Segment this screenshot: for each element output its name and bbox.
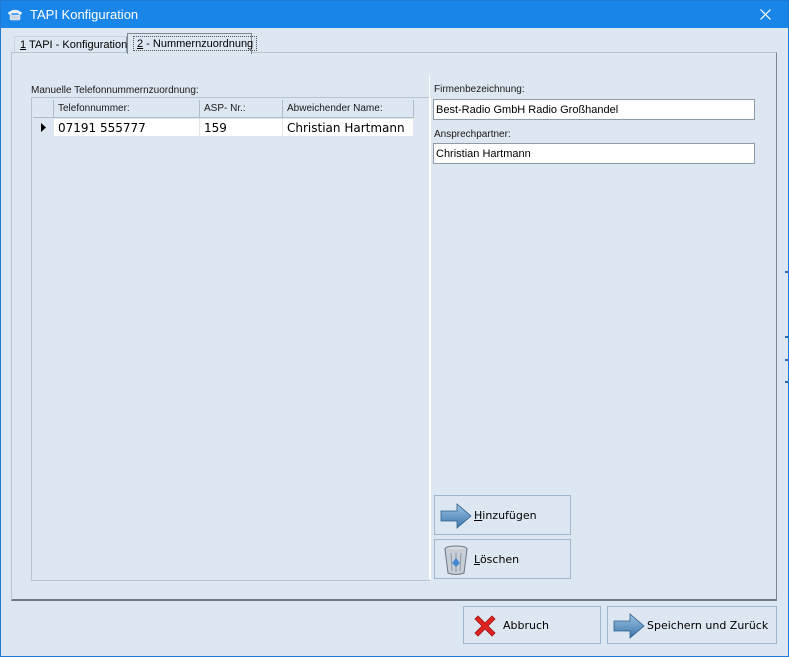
cell-asp-nr[interactable]: 159 (200, 119, 283, 136)
arrow-right-icon (613, 613, 645, 639)
abbruch-button[interactable]: Abbruch (463, 606, 601, 644)
title-bar[interactable]: TAPI Konfiguration (1, 1, 788, 28)
tab-nummernzuordnung[interactable]: 2 - Nummernzuordnung (127, 33, 258, 54)
close-button[interactable] (744, 1, 788, 28)
firmenbezeichnung-label: Firmenbezeichnung: (434, 84, 525, 95)
column-header-telefonnummer[interactable]: Telefonnummer: (54, 100, 200, 118)
row-indicator (33, 119, 54, 136)
current-row-arrow-icon (41, 123, 46, 132)
grid-header: Telefonnummer: ASP- Nr.: Abweichender Na… (33, 100, 423, 118)
header-indicator-cell (33, 100, 54, 118)
window-title: TAPI Konfiguration (30, 7, 139, 22)
tapi-config-window: TAPI Konfiguration 1 TAPI - Konfiguratio… (0, 0, 789, 657)
loeschen-button[interactable]: Löschen (434, 539, 571, 579)
abbruch-label: Abbruch (503, 619, 550, 632)
loeschen-label: öschen (479, 553, 520, 566)
background-window-edge (785, 261, 788, 461)
grid-label: Manuelle Telefonnummernzuordnung: (31, 85, 199, 96)
speichern-label: Speichern und Zurück (647, 619, 769, 632)
ansprechpartner-label: Ansprechpartner: (434, 129, 511, 140)
phone-icon (7, 8, 23, 21)
column-header-asp-nr[interactable]: ASP- Nr.: (200, 100, 283, 118)
table-row[interactable]: 07191 555777 159 Christian Hartmann (33, 119, 423, 136)
vertical-divider (429, 75, 430, 579)
red-x-icon (474, 615, 496, 637)
hinzufuegen-button[interactable]: Hinzufügen (434, 495, 571, 535)
cell-abweichender-name[interactable]: Christian Hartmann (283, 119, 414, 136)
cell-telefonnummer[interactable]: 07191 555777 (54, 119, 200, 136)
tab-panel-nummernzuordnung: Manuelle Telefonnummernzuordnung: Telefo… (11, 52, 777, 601)
arrow-right-icon (440, 503, 472, 529)
ansprechpartner-input[interactable] (433, 143, 755, 164)
speichern-zurueck-button[interactable]: Speichern und Zurück (607, 606, 777, 644)
close-icon (760, 9, 771, 20)
recycle-bin-icon (444, 545, 468, 575)
tab-2-label: - Nummernzuordnung (143, 38, 254, 50)
grid-frame (31, 97, 431, 581)
hinzufuegen-label: inzufügen (482, 509, 537, 522)
column-header-abweichender-name[interactable]: Abweichender Name: (283, 100, 414, 118)
tab-1-label: TAPI - Konfiguration (26, 39, 128, 51)
firmenbezeichnung-input[interactable] (433, 99, 755, 120)
